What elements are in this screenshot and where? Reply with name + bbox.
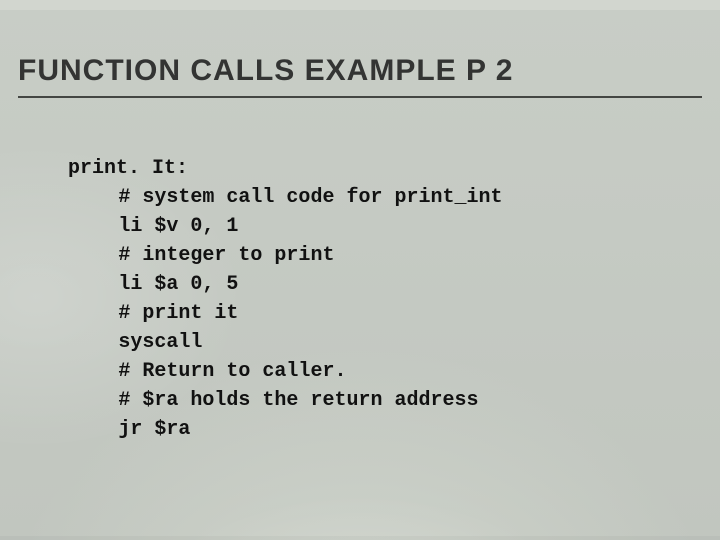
page-title: FUNCTION CALLS EXAMPLE P 2 [18, 54, 702, 88]
code-line: # $ra holds the return address [118, 389, 478, 412]
code-block: print. It: # system call code for print_… [18, 154, 702, 444]
code-line: syscall [118, 331, 202, 354]
code-line: # print it [118, 302, 238, 325]
title-underline [18, 96, 702, 98]
code-line: jr $ra [118, 418, 190, 441]
code-label: print. It: [68, 157, 188, 180]
code-line: li $a 0, 5 [118, 273, 238, 296]
slide: FUNCTION CALLS EXAMPLE P 2 print. It: # … [0, 0, 720, 540]
code-line: # Return to caller. [118, 360, 346, 383]
code-line: # system call code for print_int [118, 186, 502, 209]
code-line: li $v 0, 1 [118, 215, 238, 238]
code-line: # integer to print [118, 244, 334, 267]
